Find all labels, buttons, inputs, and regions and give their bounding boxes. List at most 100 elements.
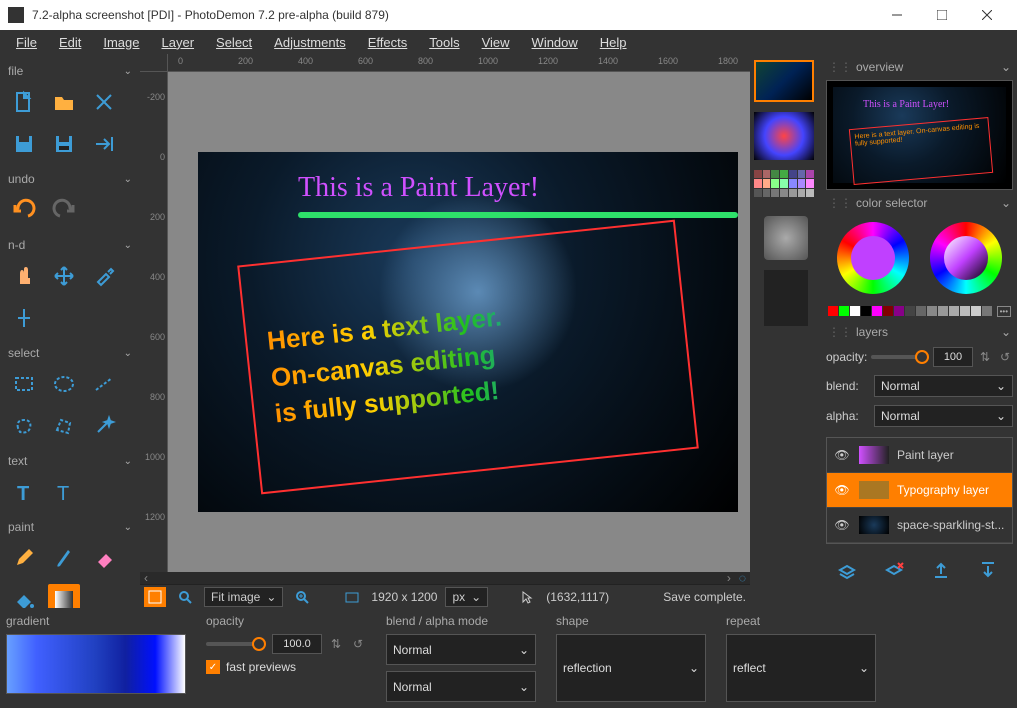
delete-layer-button[interactable]	[880, 556, 912, 588]
menu-help[interactable]: Help	[590, 33, 637, 52]
color-swatch[interactable]	[828, 306, 838, 316]
color-wheel-secondary[interactable]	[930, 222, 1002, 294]
fit-screen-button[interactable]	[144, 587, 166, 607]
image-tab-4[interactable]	[764, 216, 808, 260]
brush-tool[interactable]	[48, 542, 80, 574]
menu-image[interactable]: Image	[93, 33, 149, 52]
layer-item-typography[interactable]: 👁 Typography layer	[827, 473, 1012, 508]
color-swatch[interactable]	[861, 306, 871, 316]
opacity-reset[interactable]: ↺	[350, 636, 366, 652]
add-layer-button[interactable]	[833, 556, 865, 588]
menu-tools[interactable]: Tools	[419, 33, 469, 52]
color-wheel-primary[interactable]	[837, 222, 909, 294]
color-swatch[interactable]	[916, 306, 926, 316]
save-button[interactable]	[8, 128, 40, 160]
menu-view[interactable]: View	[472, 33, 520, 52]
menu-edit[interactable]: Edit	[49, 33, 91, 52]
opacity-stepper[interactable]: ⇅	[328, 636, 344, 652]
scroll-target-icon[interactable]: ◌	[735, 571, 750, 585]
ellipse-select-tool[interactable]	[48, 368, 80, 400]
layers-header[interactable]: ⋮⋮layers⌄	[826, 323, 1013, 341]
save-as-button[interactable]	[48, 128, 80, 160]
fast-previews-checkbox[interactable]: ✓ fast previews	[206, 660, 366, 674]
layer-down-button[interactable]	[974, 556, 1006, 588]
color-swatch[interactable]	[982, 306, 992, 316]
gradient-preview[interactable]	[6, 634, 186, 694]
color-swatch[interactable]	[894, 306, 904, 316]
rect-select-tool[interactable]	[8, 368, 40, 400]
layer-opacity-slider[interactable]	[871, 355, 929, 359]
export-button[interactable]	[88, 128, 120, 160]
color-swatch[interactable]	[883, 306, 893, 316]
scroll-right-icon[interactable]: ›	[723, 571, 735, 585]
image-tab-5[interactable]	[764, 270, 808, 326]
hand-tool[interactable]	[8, 260, 40, 292]
layer-item-paint[interactable]: 👁 Paint layer	[827, 438, 1012, 473]
pencil-tool[interactable]	[8, 542, 40, 574]
menu-effects[interactable]: Effects	[358, 33, 418, 52]
menu-select[interactable]: Select	[206, 33, 262, 52]
unit-select[interactable]: px⌄	[445, 587, 488, 607]
blend-select[interactable]: Normal⌄	[874, 375, 1013, 397]
bottom-opacity-slider[interactable]	[206, 642, 266, 646]
lasso-tool[interactable]	[8, 410, 40, 442]
magic-wand-tool[interactable]	[88, 410, 120, 442]
tool-section-paint[interactable]: paint⌄	[6, 518, 134, 536]
color-swatch[interactable]	[850, 306, 860, 316]
color-swatch[interactable]	[872, 306, 882, 316]
image-tab-2[interactable]	[754, 112, 814, 160]
measure-tool[interactable]	[8, 302, 40, 334]
maximize-button[interactable]	[919, 1, 964, 29]
layer-up-button[interactable]	[927, 556, 959, 588]
text-layer-box[interactable]: Here is a text layer. On-canvas editing …	[237, 220, 699, 495]
text-tool[interactable]: T	[8, 476, 40, 508]
tool-section-file[interactable]: file⌄	[6, 62, 134, 80]
undo-button[interactable]	[8, 194, 40, 226]
color-swatch[interactable]	[949, 306, 959, 316]
more-colors-button[interactable]: •••	[997, 306, 1011, 317]
blend-mode-select[interactable]: Normal⌄	[386, 634, 536, 665]
visibility-icon[interactable]: 👁	[833, 483, 851, 497]
close-button[interactable]	[964, 1, 1009, 29]
menu-file[interactable]: File	[6, 33, 47, 52]
image-tab-3[interactable]	[754, 170, 814, 206]
tool-section-undo[interactable]: undo⌄	[6, 170, 134, 188]
zoom-in-button[interactable]	[291, 587, 313, 607]
polygon-select-tool[interactable]	[48, 410, 80, 442]
move-tool[interactable]	[48, 260, 80, 292]
redo-button[interactable]	[48, 194, 80, 226]
line-select-tool[interactable]	[88, 368, 120, 400]
menu-window[interactable]: Window	[522, 33, 588, 52]
color-selector-header[interactable]: ⋮⋮color selector⌄	[826, 194, 1013, 212]
scroll-left-icon[interactable]: ‹	[140, 571, 152, 585]
overview-header[interactable]: ⋮⋮overview⌄	[826, 58, 1013, 76]
ruler-vertical[interactable]: -200 0 200 400 600 800 1000 1200 1400	[140, 72, 168, 572]
shape-select[interactable]: reflection⌄	[556, 634, 706, 702]
new-file-button[interactable]	[8, 86, 40, 118]
image-tab-1[interactable]	[754, 60, 814, 102]
fill-tool[interactable]	[8, 584, 40, 608]
canvas-viewport[interactable]: This is a Paint Layer! Here is a text la…	[168, 72, 750, 572]
eyedropper-tool[interactable]	[88, 260, 120, 292]
horizontal-scrollbar[interactable]: ‹ › ◌	[140, 572, 750, 584]
tool-section-select[interactable]: select⌄	[6, 344, 134, 362]
alpha-select[interactable]: Normal⌄	[874, 405, 1013, 427]
color-swatch[interactable]	[938, 306, 948, 316]
visibility-icon[interactable]: 👁	[833, 518, 851, 532]
layer-opacity-value[interactable]: 100	[933, 347, 973, 367]
gradient-tool[interactable]	[48, 584, 80, 608]
color-swatch[interactable]	[960, 306, 970, 316]
layer-item-space[interactable]: 👁 space-sparkling-st...	[827, 508, 1012, 543]
visibility-icon[interactable]: 👁	[833, 448, 851, 462]
opacity-reset[interactable]: ↺	[997, 349, 1013, 365]
tool-section-text[interactable]: text⌄	[6, 452, 134, 470]
color-swatch[interactable]	[839, 306, 849, 316]
ruler-horizontal[interactable]: 0 200 400 600 800 1000 1200 1400 1600 18…	[168, 54, 750, 72]
repeat-select[interactable]: reflect⌄	[726, 634, 876, 702]
color-swatch[interactable]	[927, 306, 937, 316]
color-swatch[interactable]	[905, 306, 915, 316]
menu-layer[interactable]: Layer	[152, 33, 205, 52]
eraser-tool[interactable]	[88, 542, 120, 574]
zoom-select[interactable]: Fit image⌄	[204, 587, 283, 607]
tool-section-nd[interactable]: n-d⌄	[6, 236, 134, 254]
